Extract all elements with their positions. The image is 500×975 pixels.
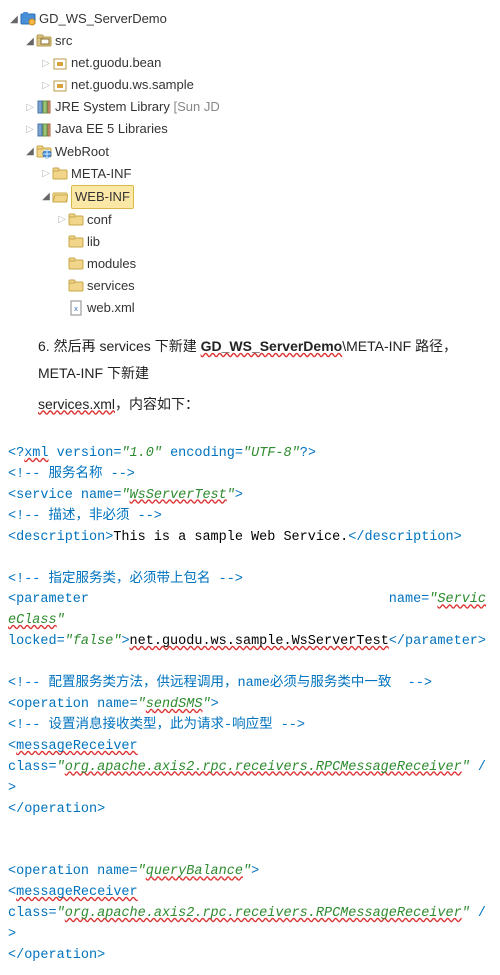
- tree-modules[interactable]: ▷ modules: [8, 253, 492, 275]
- xml-code-block: <?xml version="1.0" encoding="UTF-8"?> <…: [8, 423, 492, 967]
- tree-pkg2[interactable]: ▷ net.guodu.ws.sample: [8, 74, 492, 96]
- node-label: WebRoot: [55, 141, 109, 163]
- project-tree: ◢ GD_WS_ServerDemo ◢ src ▷ net.guodu.bea…: [8, 8, 492, 319]
- para-line1: 6. 然后再 services 下新建 GD_WS_ServerDemo\MET…: [38, 338, 457, 381]
- folder-icon: [68, 278, 84, 294]
- node-label: Java EE 5 Libraries: [55, 118, 168, 140]
- node-label: web.xml: [87, 297, 135, 319]
- expand-icon[interactable]: ▷: [24, 121, 36, 138]
- tree-conf[interactable]: ▷ conf: [8, 209, 492, 231]
- node-label: src: [55, 30, 72, 52]
- node-label: modules: [87, 253, 136, 275]
- xml-file-icon: x: [68, 300, 84, 316]
- node-label: JRE System Library [Sun JD: [55, 96, 220, 118]
- library-icon: [36, 122, 52, 138]
- project-icon: [20, 11, 36, 27]
- tree-lib[interactable]: ▷ lib: [8, 231, 492, 253]
- folder-icon: [52, 166, 68, 182]
- svg-text:x: x: [74, 306, 78, 314]
- folder-icon: [68, 212, 84, 228]
- expand-icon[interactable]: ▷: [40, 55, 52, 72]
- tree-services[interactable]: ▷ services: [8, 275, 492, 297]
- tree-webroot[interactable]: ◢ WebRoot: [8, 141, 492, 163]
- node-label: WEB-INF: [71, 185, 134, 209]
- folder-icon: [68, 234, 84, 250]
- para-line2: services.xml，内容如下：: [38, 396, 199, 412]
- expand-icon[interactable]: ◢: [8, 11, 20, 28]
- node-label: GD_WS_ServerDemo: [39, 8, 167, 30]
- tree-pkg1[interactable]: ▷ net.guodu.bean: [8, 52, 492, 74]
- tree-root[interactable]: ◢ GD_WS_ServerDemo: [8, 8, 492, 30]
- node-label: META-INF: [71, 163, 131, 185]
- folder-open-icon: [52, 189, 68, 205]
- document-paragraph: 6. 然后再 services 下新建 GD_WS_ServerDemo\MET…: [8, 333, 492, 417]
- node-label: net.guodu.bean: [71, 52, 161, 74]
- webroot-icon: [36, 144, 52, 160]
- expand-icon[interactable]: ◢: [24, 33, 36, 50]
- node-label: net.guodu.ws.sample: [71, 74, 194, 96]
- tree-webxml[interactable]: ▷ x web.xml: [8, 297, 492, 319]
- tree-javaee[interactable]: ▷ Java EE 5 Libraries: [8, 118, 492, 140]
- expand-icon[interactable]: ▷: [56, 211, 68, 228]
- package-icon: [52, 77, 68, 93]
- expand-icon[interactable]: ◢: [40, 188, 52, 205]
- folder-icon: [68, 256, 84, 272]
- expand-icon[interactable]: ◢: [24, 143, 36, 160]
- node-label: conf: [87, 209, 112, 231]
- expand-icon[interactable]: ▷: [40, 77, 52, 94]
- library-icon: [36, 99, 52, 115]
- tree-metainf[interactable]: ▷ META-INF: [8, 163, 492, 185]
- tree-src[interactable]: ◢ src: [8, 30, 492, 52]
- node-label: lib: [87, 231, 100, 253]
- tree-webinf[interactable]: ◢ WEB-INF: [8, 185, 492, 209]
- package-icon: [52, 55, 68, 71]
- node-label: services: [87, 275, 135, 297]
- tree-jre[interactable]: ▷ JRE System Library [Sun JD: [8, 96, 492, 118]
- expand-icon[interactable]: ▷: [40, 165, 52, 182]
- source-folder-icon: [36, 33, 52, 49]
- expand-icon[interactable]: ▷: [24, 99, 36, 116]
